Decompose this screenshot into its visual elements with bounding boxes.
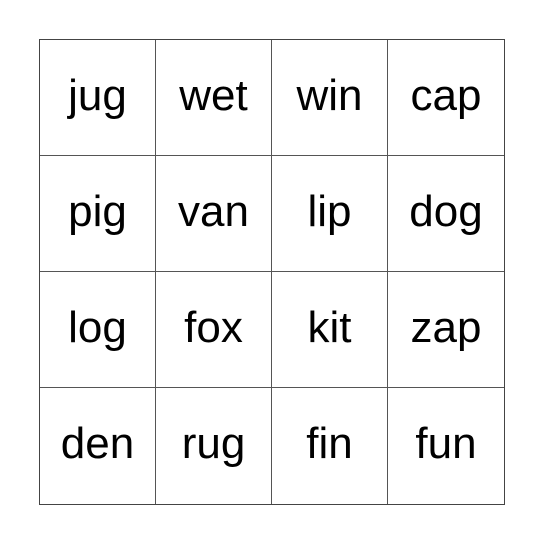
bingo-board: jug wet win cap pig van lip dog log fox …: [39, 39, 505, 505]
bingo-cell[interactable]: kit: [272, 272, 388, 388]
bingo-cell[interactable]: jug: [40, 40, 156, 156]
bingo-cell[interactable]: zap: [388, 272, 504, 388]
bingo-cell[interactable]: pig: [40, 156, 156, 272]
bingo-cell[interactable]: cap: [388, 40, 504, 156]
bingo-cell[interactable]: win: [272, 40, 388, 156]
bingo-cell[interactable]: fox: [156, 272, 272, 388]
bingo-cell[interactable]: log: [40, 272, 156, 388]
bingo-cell[interactable]: lip: [272, 156, 388, 272]
bingo-cell[interactable]: dog: [388, 156, 504, 272]
bingo-cell[interactable]: rug: [156, 388, 272, 504]
bingo-cell[interactable]: wet: [156, 40, 272, 156]
bingo-cell[interactable]: den: [40, 388, 156, 504]
bingo-cell[interactable]: fin: [272, 388, 388, 504]
bingo-cell[interactable]: van: [156, 156, 272, 272]
bingo-cell[interactable]: fun: [388, 388, 504, 504]
